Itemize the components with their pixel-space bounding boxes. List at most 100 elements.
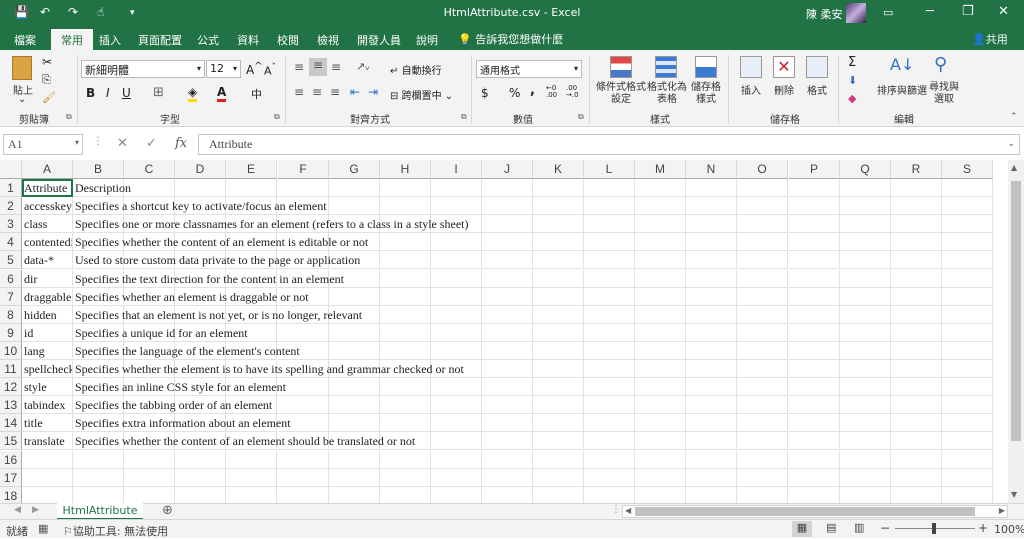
- description-cell[interactable]: Specifies the tabbing order of an elemen…: [73, 396, 272, 414]
- find-select-icon[interactable]: ⚲: [934, 54, 947, 75]
- empty-cell[interactable]: [584, 378, 635, 396]
- empty-cell[interactable]: [737, 342, 788, 360]
- h-scroll-thumb[interactable]: [635, 507, 975, 516]
- page-break-view-icon[interactable]: ▥: [854, 521, 864, 534]
- empty-cell[interactable]: [533, 179, 584, 197]
- tab-developer[interactable]: 開發人員: [357, 32, 401, 48]
- sort-filter-icon[interactable]: A↓: [890, 55, 914, 74]
- empty-cell[interactable]: [891, 324, 942, 342]
- empty-cell[interactable]: [482, 288, 533, 306]
- empty-cell[interactable]: [482, 396, 533, 414]
- empty-cell[interactable]: [840, 342, 891, 360]
- empty-cell[interactable]: [584, 306, 635, 324]
- tab-file[interactable]: 檔案: [14, 32, 36, 48]
- merge-center-button[interactable]: ⊟ 跨欄置中 ⌄: [390, 87, 453, 102]
- description-cell[interactable]: Specifies the language of the element's …: [73, 342, 300, 360]
- phonetic-icon[interactable]: 中: [251, 86, 262, 102]
- empty-cell[interactable]: [431, 469, 482, 487]
- accessibility-status[interactable]: ⚐協助工具: 無法使用: [63, 523, 168, 539]
- column-header[interactable]: D: [175, 160, 226, 179]
- empty-cell[interactable]: [737, 451, 788, 469]
- empty-cell[interactable]: [533, 487, 584, 503]
- column-header[interactable]: E: [226, 160, 277, 179]
- empty-cell[interactable]: [942, 270, 993, 288]
- empty-cell[interactable]: [635, 179, 686, 197]
- split-handle-icon[interactable]: ⋮: [611, 504, 621, 515]
- orientation-icon[interactable]: ↗ᵥ: [356, 60, 370, 73]
- empty-cell[interactable]: [789, 324, 840, 342]
- empty-cell[interactable]: [737, 396, 788, 414]
- empty-cell[interactable]: [737, 378, 788, 396]
- empty-cell[interactable]: [278, 451, 329, 469]
- empty-cell[interactable]: [380, 251, 431, 269]
- row-header[interactable]: 7: [0, 288, 22, 306]
- description-cell[interactable]: Used to store custom data private to the…: [73, 251, 360, 269]
- cell-styles-button[interactable]: 儲存格 樣式: [688, 82, 724, 106]
- empty-cell[interactable]: [584, 451, 635, 469]
- attribute-cell[interactable]: [22, 451, 73, 469]
- empty-cell[interactable]: [840, 414, 891, 432]
- empty-cell[interactable]: [789, 251, 840, 269]
- empty-cell[interactable]: [226, 487, 277, 503]
- empty-cell[interactable]: [431, 342, 482, 360]
- empty-cell[interactable]: [891, 469, 942, 487]
- column-header[interactable]: C: [124, 160, 175, 179]
- empty-cell[interactable]: [635, 378, 686, 396]
- empty-cell[interactable]: [533, 324, 584, 342]
- empty-cell[interactable]: [942, 306, 993, 324]
- column-header[interactable]: J: [482, 160, 533, 179]
- empty-cell[interactable]: [329, 396, 380, 414]
- attribute-cell[interactable]: tabindex: [22, 396, 73, 414]
- dialog-launcher-icon[interactable]: ⧉: [274, 112, 280, 122]
- fill-icon[interactable]: ⬇: [848, 74, 857, 87]
- row-header[interactable]: 2: [0, 197, 22, 215]
- empty-cell[interactable]: [737, 179, 788, 197]
- empty-cell[interactable]: [482, 360, 533, 378]
- empty-cell[interactable]: [737, 487, 788, 503]
- empty-cell[interactable]: [584, 270, 635, 288]
- empty-cell[interactable]: [584, 432, 635, 450]
- empty-cell[interactable]: [329, 451, 380, 469]
- dialog-launcher-icon[interactable]: ⧉: [461, 112, 467, 122]
- attribute-cell[interactable]: [22, 469, 73, 487]
- empty-cell[interactable]: [482, 432, 533, 450]
- attribute-cell[interactable]: accesskey: [22, 197, 73, 215]
- empty-cell[interactable]: [789, 414, 840, 432]
- empty-cell[interactable]: [789, 215, 840, 233]
- empty-cell[interactable]: [533, 451, 584, 469]
- find-select-button[interactable]: 尋找與 選取: [928, 82, 960, 106]
- empty-cell[interactable]: [533, 251, 584, 269]
- tab-view[interactable]: 檢視: [317, 32, 339, 48]
- attribute-cell[interactable]: [22, 487, 73, 503]
- format-painter-icon[interactable]: 🖌: [42, 91, 56, 104]
- empty-cell[interactable]: [482, 215, 533, 233]
- empty-cell[interactable]: [533, 396, 584, 414]
- empty-cell[interactable]: [737, 360, 788, 378]
- cell-styles-icon[interactable]: [695, 56, 717, 78]
- row-header[interactable]: 9: [0, 324, 22, 342]
- align-left-icon[interactable]: ≡: [294, 85, 304, 99]
- attribute-cell[interactable]: hidden: [22, 306, 73, 324]
- increase-decimal-icon[interactable]: ←0.00: [546, 85, 557, 99]
- empty-cell[interactable]: [431, 251, 482, 269]
- empty-cell[interactable]: [891, 487, 942, 503]
- empty-cell[interactable]: [635, 251, 686, 269]
- empty-cell[interactable]: [431, 324, 482, 342]
- empty-cell[interactable]: [942, 396, 993, 414]
- number-format-select[interactable]: 通用格式 ▾: [476, 60, 582, 78]
- empty-cell[interactable]: [891, 342, 942, 360]
- empty-cell[interactable]: [482, 414, 533, 432]
- empty-cell[interactable]: [584, 396, 635, 414]
- column-header[interactable]: F: [278, 160, 329, 179]
- empty-cell[interactable]: [737, 432, 788, 450]
- empty-cell[interactable]: [942, 342, 993, 360]
- empty-cell[interactable]: [329, 378, 380, 396]
- empty-cell[interactable]: [840, 251, 891, 269]
- avatar[interactable]: [846, 3, 866, 23]
- description-cell[interactable]: Specifies whether the element is to have…: [73, 360, 464, 378]
- increase-font-icon[interactable]: A^: [246, 61, 263, 77]
- format-as-table-icon[interactable]: [655, 56, 677, 78]
- empty-cell[interactable]: [431, 432, 482, 450]
- format-cells-icon[interactable]: [806, 56, 828, 78]
- empty-cell[interactable]: [533, 288, 584, 306]
